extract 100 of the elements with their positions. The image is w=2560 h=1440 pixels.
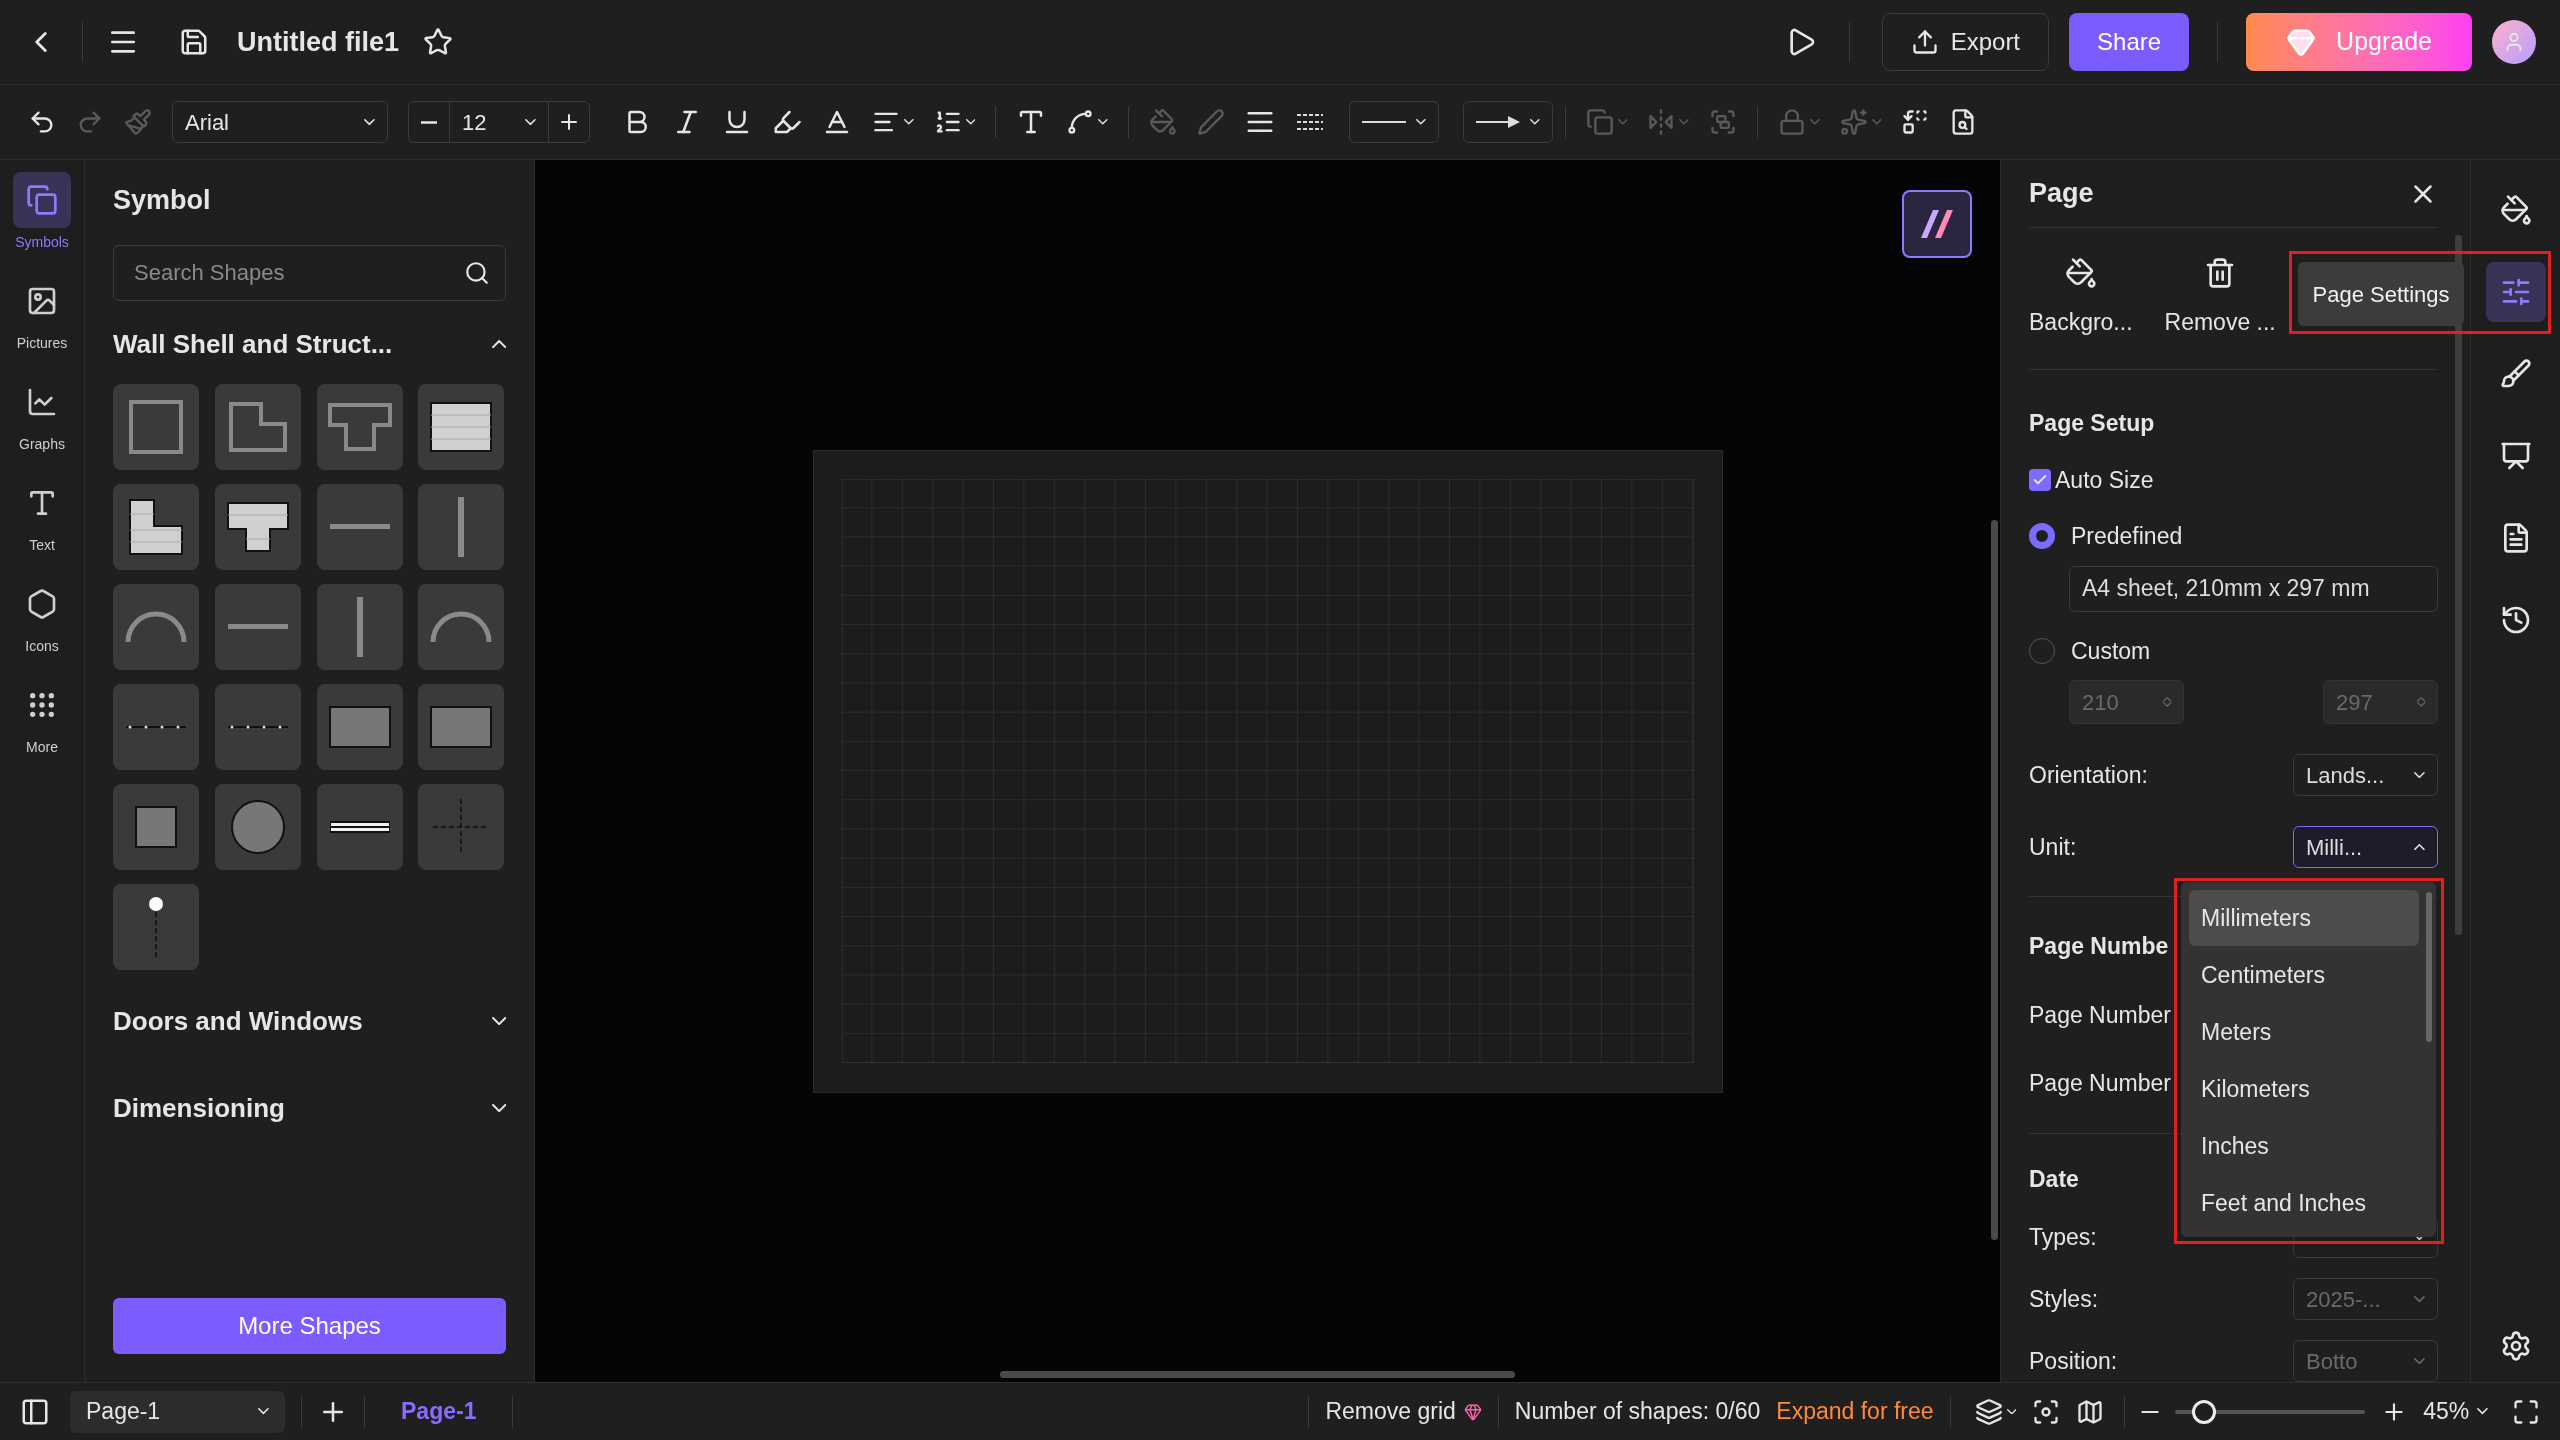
remove-grid-button[interactable]: Remove grid: [1325, 1394, 1482, 1429]
unit-option[interactable]: Millimeters: [2189, 890, 2419, 946]
page-number-label: Page Number: [2029, 1069, 2171, 1098]
chevron-up-icon: [2414, 843, 2425, 851]
shape-tile[interactable]: [113, 583, 199, 670]
shape-tile[interactable]: [316, 683, 403, 770]
filled-circle-icon: [230, 799, 285, 854]
zoom-select[interactable]: 45%: [2423, 1394, 2488, 1429]
size-radio[interactable]: Custom: [2029, 633, 2151, 668]
fullscreen-icon[interactable]: [2512, 1397, 2540, 1426]
shape-tile[interactable]: [113, 483, 199, 570]
section-title: Date: [2029, 1164, 2079, 1194]
section-header[interactable]: Doors and Windows: [113, 1001, 506, 1041]
shape-tile[interactable]: [214, 483, 301, 570]
shape-tile[interactable]: [113, 783, 199, 870]
unit-select[interactable]: Milli...: [2293, 826, 2438, 868]
unit-option[interactable]: Centimeters: [2189, 947, 2419, 1003]
document-title[interactable]: Untitled file1: [237, 21, 399, 63]
shape-tile[interactable]: [214, 583, 301, 670]
dotted-line-icon: [227, 723, 288, 730]
expand-link[interactable]: Expand for free: [1776, 1394, 1934, 1429]
date-field-label: Position:: [2029, 1346, 2118, 1376]
line-style-select[interactable]: [1348, 101, 1439, 143]
ai-assistant-button[interactable]: [1902, 190, 1972, 258]
rail-tab[interactable]: Icons: [13, 576, 71, 657]
shape-tile[interactable]: [418, 683, 505, 770]
brush-icon: [2499, 358, 2532, 390]
sparkles-icon: [1839, 108, 1868, 136]
shape-tile[interactable]: [316, 483, 403, 570]
zoom-slider[interactable]: [2175, 1399, 2366, 1424]
chevron-down-icon: [1530, 119, 1540, 125]
font-select[interactable]: Arial: [172, 101, 388, 143]
shape-tile[interactable]: [418, 483, 505, 570]
flip-icon: [1647, 108, 1676, 136]
shape-tile[interactable]: [113, 383, 199, 470]
lock-icon: [1777, 108, 1806, 136]
orientation-select[interactable]: Lands...: [2293, 754, 2438, 796]
search-icon[interactable]: [464, 259, 490, 286]
chevron-down-icon: [364, 118, 375, 126]
zoom-thumb[interactable]: [2191, 1399, 2216, 1424]
export-button[interactable]: Export: [1881, 13, 2050, 71]
t-room-outline-icon: [327, 402, 392, 451]
shape-tile[interactable]: [214, 383, 301, 470]
chevron-down-icon: [491, 1103, 506, 1113]
horizontal-scrollbar[interactable]: [1000, 1371, 1515, 1378]
shape-tile[interactable]: [214, 683, 301, 770]
orientation-label: Orientation:: [2029, 760, 2148, 790]
paintbrush-icon: [124, 108, 152, 136]
more-shapes-button[interactable]: More Shapes: [113, 1298, 506, 1354]
pen-icon: [1196, 108, 1225, 136]
rail-tab[interactable]: Pictures: [13, 273, 71, 354]
size-radio[interactable]: Predefined: [2029, 519, 2183, 554]
room-outline-icon: [129, 399, 183, 454]
share-button[interactable]: Share: [2069, 13, 2190, 71]
shape-tile[interactable]: [316, 383, 403, 470]
replace-icon: [1901, 108, 1930, 136]
auto-size-checkbox[interactable]: Auto Size: [2029, 462, 2154, 497]
hatched-floor-icon: [430, 401, 493, 452]
paper-size-field[interactable]: A4 sheet, 210mm x 297 mm: [2069, 565, 2438, 612]
chevron-down-icon: [2414, 771, 2425, 779]
shape-tile[interactable]: [316, 583, 403, 670]
save-icon[interactable]: [179, 27, 209, 57]
unit-option[interactable]: Feet and Inches: [2189, 1175, 2419, 1231]
search-field[interactable]: Search Shapes: [113, 244, 506, 301]
page-action-button[interactable]: Backgro...: [2029, 257, 2133, 340]
shape-tile[interactable]: [113, 883, 199, 970]
page-tab[interactable]: Page-1: [381, 1394, 497, 1429]
line-icon: [1361, 120, 1406, 124]
page-action-button[interactable]: Remove ...: [2164, 257, 2276, 340]
arrow-style-select[interactable]: [1462, 101, 1553, 143]
page-select[interactable]: Page-1: [70, 1390, 285, 1433]
section-header[interactable]: Dimensioning: [113, 1088, 506, 1128]
unit-option[interactable]: Inches: [2189, 1118, 2419, 1174]
unit-option[interactable]: Meters: [2189, 1004, 2419, 1060]
presentation-icon: [2499, 440, 2532, 472]
vertical-scrollbar[interactable]: [1991, 520, 1998, 1240]
panel-scrollbar[interactable]: [2455, 235, 2462, 935]
shape-tile[interactable]: [113, 683, 199, 770]
gem-icon: [1463, 1402, 1482, 1421]
rail-tab[interactable]: Graphs: [13, 374, 71, 455]
shape-tile[interactable]: [418, 583, 505, 670]
chevron-up-icon: [2162, 697, 2171, 702]
shape-tile[interactable]: [214, 783, 301, 870]
copy-icon: [26, 184, 58, 216]
star-icon[interactable]: [423, 27, 453, 57]
avatar[interactable]: [2492, 20, 2536, 64]
chevron-down-icon: [525, 118, 536, 126]
shape-tile[interactable]: [316, 783, 403, 870]
chevron-down-icon: [1416, 119, 1426, 125]
menu-scrollbar[interactable]: [2426, 892, 2432, 1042]
layers-icon: [1974, 1397, 2003, 1426]
unit-option[interactable]: Kilometers: [2189, 1061, 2419, 1117]
panel-title: Page: [2029, 177, 2094, 211]
shape-count: Number of shapes: 0/60: [1514, 1397, 1761, 1427]
shape-tile[interactable]: [418, 383, 505, 470]
chevron-down-icon: [965, 119, 976, 125]
shape-tile[interactable]: [418, 783, 505, 870]
rail-tab[interactable]: More: [13, 677, 71, 758]
rail-tab[interactable]: Text: [13, 475, 71, 556]
section-header[interactable]: Wall Shell and Struct...: [113, 324, 506, 364]
